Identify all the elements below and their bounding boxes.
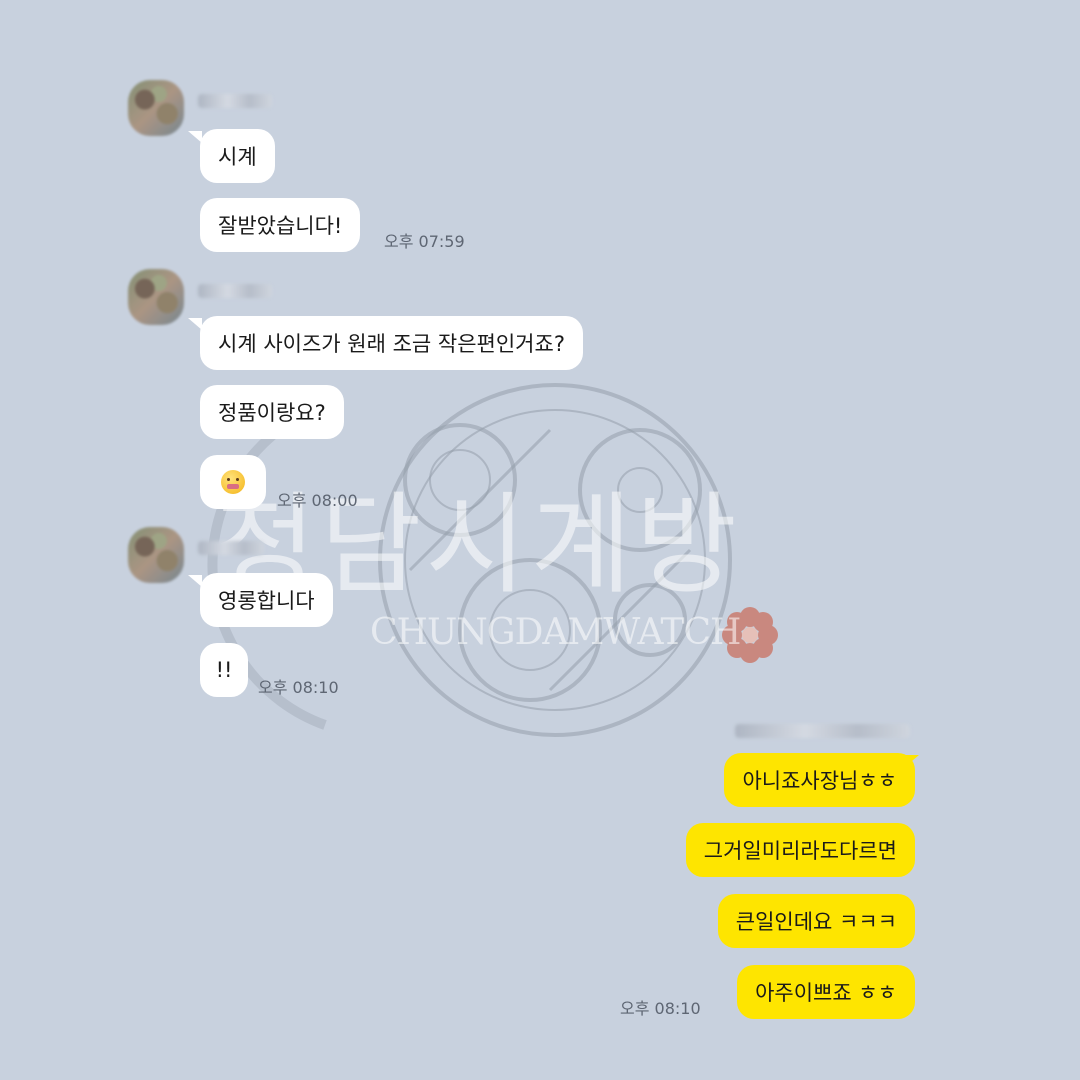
smiling-face-emoji-icon (221, 470, 245, 494)
my-name-blurred (735, 724, 910, 738)
incoming-message-bubble[interactable]: 영롱합니다 (200, 573, 333, 627)
message-text: 영롱합니다 (218, 589, 315, 613)
emoji-message-bubble[interactable] (200, 455, 266, 509)
outgoing-message-bubble[interactable]: 그거일미리라도다르면 (685, 823, 915, 877)
avatar[interactable] (128, 80, 184, 136)
message-time: 오후 07:59 (384, 232, 465, 251)
outgoing-message-bubble[interactable]: 큰일인데요 ㅋㅋㅋ (717, 894, 915, 948)
message-text: 큰일인데요 ㅋㅋㅋ (735, 910, 897, 934)
watermark-english: CHUNGDAMWATCH (370, 612, 741, 653)
message-text: 시계 사이즈가 원래 조금 작은편인거죠? (218, 332, 565, 356)
outgoing-message-bubble[interactable]: 아주이쁘죠 ㅎㅎ (737, 965, 915, 1019)
message-text: 시계 (218, 145, 257, 169)
message-text: 잘받았습니다! (218, 214, 343, 238)
message-time: 오후 08:10 (620, 999, 701, 1018)
sender-name-blurred (198, 94, 272, 108)
incoming-message-bubble[interactable]: 정품이랑요? (200, 385, 344, 439)
message-text: 아니죠사장님ㅎㅎ (742, 769, 897, 793)
outgoing-message-bubble[interactable]: 아니죠사장님ㅎㅎ (724, 753, 915, 807)
incoming-message-bubble[interactable]: !! (200, 643, 248, 697)
avatar[interactable] (128, 269, 184, 325)
incoming-message-bubble[interactable]: 잘받았습니다! (200, 198, 361, 252)
incoming-message-bubble[interactable]: 시계 사이즈가 원래 조금 작은편인거죠? (200, 316, 583, 370)
message-text: !! (215, 658, 233, 682)
message-text: 그거일미리라도다르면 (703, 839, 897, 863)
message-time: 오후 08:10 (258, 678, 339, 697)
message-text: 정품이랑요? (218, 401, 326, 425)
avatar[interactable] (128, 527, 184, 583)
sender-name-blurred (198, 541, 264, 555)
message-time: 오후 08:00 (277, 491, 358, 510)
incoming-message-bubble[interactable]: 시계 (200, 129, 275, 183)
message-text: 아주이쁘죠 ㅎㅎ (755, 981, 897, 1005)
sender-name-blurred (198, 284, 272, 298)
